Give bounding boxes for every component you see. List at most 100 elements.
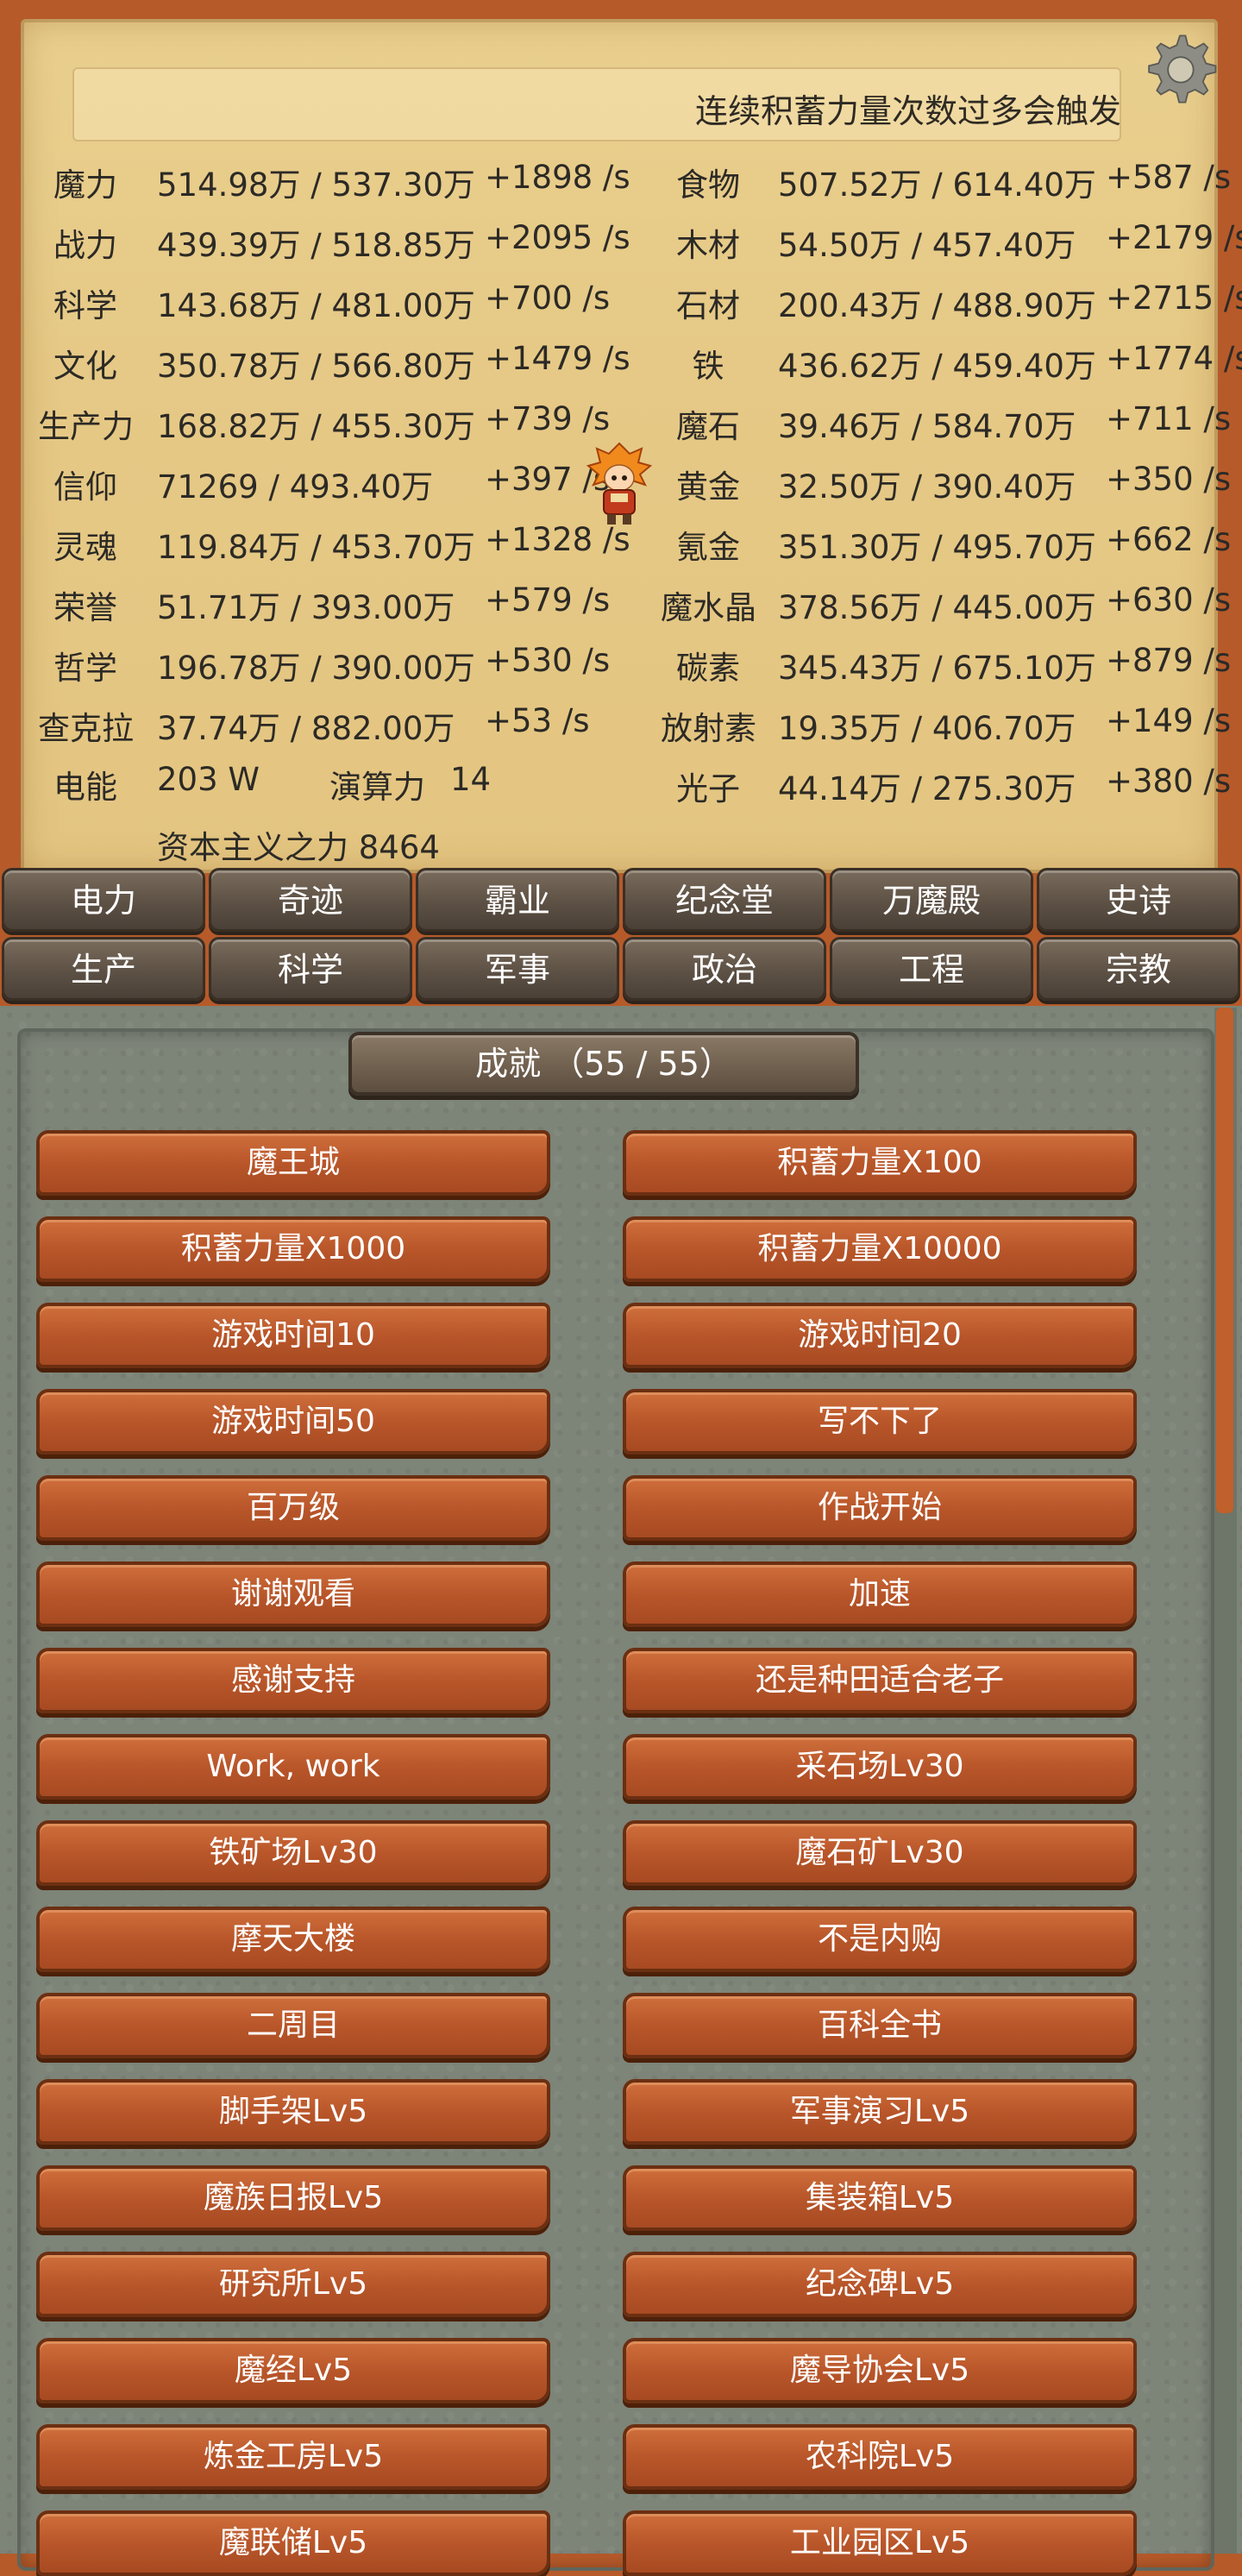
tab-tabs_row1-2[interactable]: 霸业 — [416, 868, 619, 932]
stat-value: 351.30万 / 495.70万 — [778, 529, 1096, 566]
stat-row: 碳素 345.43万 / 675.10万 +879 /s — [0, 642, 1242, 694]
stat-value: 19.35万 / 406.70万 — [778, 710, 1076, 747]
stat-row: 食物 507.52万 / 614.40万 +587 /s — [0, 159, 1242, 210]
stat-row: 石材 200.43万 / 488.90万 +2715 /s — [0, 280, 1242, 331]
achievement-button[interactable]: 百科全书 — [623, 1993, 1137, 2058]
tab-tabs_row2-3[interactable]: 政治 — [623, 937, 826, 1001]
achievement-button[interactable]: 魔经Lv5 — [36, 2338, 550, 2403]
stat-rate: +711 /s — [1106, 400, 1232, 437]
achievement-button[interactable]: 不是内购 — [623, 1907, 1137, 1972]
hero-avatar — [586, 442, 653, 525]
stat-name: 食物 — [676, 166, 740, 204]
achievement-button[interactable]: 游戏时间20 — [623, 1303, 1137, 1368]
settings-gear-icon[interactable] — [1140, 29, 1220, 109]
achievements-title: 成就 （55 / 55） — [348, 1032, 859, 1096]
achievement-button[interactable]: 积蓄力量X10000 — [623, 1216, 1137, 1282]
stat-value: 54.50万 / 457.40万 — [778, 227, 1076, 264]
ticker-text: 连续积蓄力量次数过多会触发 — [695, 92, 1121, 130]
stat-name: 木材 — [676, 227, 740, 264]
stat-rate: +587 /s — [1106, 159, 1232, 196]
stat-rate: +350 /s — [1106, 461, 1232, 498]
stat-name: 演算力 — [329, 769, 425, 806]
achievement-button[interactable]: 魔联储Lv5 — [36, 2510, 550, 2576]
stat-name: 放射素 — [661, 710, 756, 747]
tab-tabs_row2-4[interactable]: 工程 — [830, 937, 1033, 1001]
achievement-button[interactable]: 写不下了 — [623, 1389, 1137, 1454]
achievement-button[interactable]: 游戏时间50 — [36, 1389, 550, 1454]
stat-value: 44.14万 / 275.30万 — [778, 770, 1076, 807]
stat-row: 铁 436.62万 / 459.40万 +1774 /s — [0, 340, 1242, 392]
stat-rate: +662 /s — [1106, 521, 1232, 558]
power-row: 电能 203 W 演算力 14 — [0, 761, 690, 813]
achievement-button[interactable]: 铁矿场Lv30 — [36, 1820, 550, 1886]
scrollbar-thumb[interactable] — [1216, 1008, 1233, 1513]
stat-rate: +2179 /s — [1106, 219, 1242, 256]
tab-row-2: 生产 科学 军事 政治 工程 宗教 — [0, 937, 1242, 1004]
stat-name: 电能 — [53, 769, 117, 806]
achievement-button[interactable]: 农科院Lv5 — [623, 2424, 1137, 2490]
achievement-button[interactable]: 工业园区Lv5 — [623, 2510, 1137, 2576]
stat-value: 507.52万 / 614.40万 — [778, 166, 1096, 204]
achievement-button[interactable]: 魔王城 — [36, 1130, 550, 1196]
stat-rate: +2715 /s — [1106, 280, 1242, 317]
tab-tabs_row2-0[interactable]: 生产 — [2, 937, 205, 1001]
tab-row-1: 电力 奇迹 霸业 纪念堂 万魔殿 史诗 — [0, 868, 1242, 935]
achievement-button[interactable]: 摩天大楼 — [36, 1907, 550, 1972]
achievement-button[interactable]: 炼金工房Lv5 — [36, 2424, 550, 2490]
tab-tabs_row1-0[interactable]: 电力 — [2, 868, 205, 932]
stat-rate: +380 /s — [1106, 763, 1232, 800]
stat-name: 石材 — [676, 287, 740, 324]
achievement-button[interactable]: 研究所Lv5 — [36, 2252, 550, 2317]
achievement-button[interactable]: 百万级 — [36, 1475, 550, 1541]
stat-row: 放射素 19.35万 / 406.70万 +149 /s — [0, 702, 1242, 754]
achievement-button[interactable]: 魔导协会Lv5 — [623, 2338, 1137, 2403]
stat-name: 黄金 — [676, 468, 740, 506]
stat-name: 氪金 — [676, 529, 740, 566]
achievement-button[interactable]: 积蓄力量X1000 — [36, 1216, 550, 1282]
achievement-button[interactable]: 集装箱Lv5 — [623, 2165, 1137, 2231]
news-ticker: 连续积蓄力量次数过多会触发 — [72, 67, 1121, 141]
stat-rate: +630 /s — [1106, 581, 1232, 619]
stat-row: 魔水晶 378.56万 / 445.00万 +630 /s — [0, 581, 1242, 633]
achievement-button[interactable]: 采石场Lv30 — [623, 1734, 1137, 1800]
tab-tabs_row1-5[interactable]: 史诗 — [1037, 868, 1240, 932]
achievement-button[interactable]: 还是种田适合老子 — [623, 1648, 1137, 1713]
tab-tabs_row1-3[interactable]: 纪念堂 — [623, 868, 826, 932]
stat-rate: +1774 /s — [1106, 340, 1242, 377]
stat-rate: +879 /s — [1106, 642, 1232, 679]
stat-name: 魔水晶 — [661, 589, 756, 626]
tab-tabs_row1-4[interactable]: 万魔殿 — [830, 868, 1033, 932]
achievement-button[interactable]: 魔族日报Lv5 — [36, 2165, 550, 2231]
tab-tabs_row2-2[interactable]: 军事 — [416, 937, 619, 1001]
achievement-button[interactable]: 脚手架Lv5 — [36, 2079, 550, 2145]
achievement-button[interactable]: Work, work — [36, 1734, 550, 1800]
achievement-button[interactable]: 积蓄力量X100 — [623, 1130, 1137, 1196]
tab-tabs_row2-1[interactable]: 科学 — [209, 937, 412, 1001]
achievement-button[interactable]: 魔石矿Lv30 — [623, 1820, 1137, 1886]
stat-rate: +149 /s — [1106, 702, 1232, 739]
stat-value: 203 W — [157, 761, 260, 798]
achievement-button[interactable]: 纪念碑Lv5 — [623, 2252, 1137, 2317]
achievement-button[interactable]: 感谢支持 — [36, 1648, 550, 1713]
achievement-button[interactable]: 作战开始 — [623, 1475, 1137, 1541]
stat-value: 378.56万 / 445.00万 — [778, 589, 1096, 626]
tab-tabs_row1-1[interactable]: 奇迹 — [209, 868, 412, 932]
achievement-button[interactable]: 谢谢观看 — [36, 1561, 550, 1627]
achievement-button[interactable]: 加速 — [623, 1561, 1137, 1627]
stat-row: 氪金 351.30万 / 495.70万 +662 /s — [0, 521, 1242, 573]
stat-value: 200.43万 / 488.90万 — [778, 287, 1096, 324]
stat-value: 14 — [450, 761, 492, 798]
capitalism-row: 资本主义之力 8464 — [157, 821, 588, 873]
stat-name: 铁 — [692, 348, 724, 385]
stat-value: 345.43万 / 675.10万 — [778, 650, 1096, 687]
tab-tabs_row2-5[interactable]: 宗教 — [1037, 937, 1240, 1001]
achievement-button[interactable]: 军事演习Lv5 — [623, 2079, 1137, 2145]
stat-name: 碳素 — [676, 650, 740, 687]
stat-value: 39.46万 / 584.70万 — [778, 408, 1076, 445]
stat-row: 木材 54.50万 / 457.40万 +2179 /s — [0, 219, 1242, 271]
stat-value: 32.50万 / 390.40万 — [778, 468, 1076, 506]
achievement-button[interactable]: 二周目 — [36, 1993, 550, 2058]
capitalism-text: 资本主义之力 8464 — [157, 829, 440, 866]
achievement-button[interactable]: 游戏时间10 — [36, 1303, 550, 1368]
stat-name: 魔石 — [676, 408, 740, 445]
